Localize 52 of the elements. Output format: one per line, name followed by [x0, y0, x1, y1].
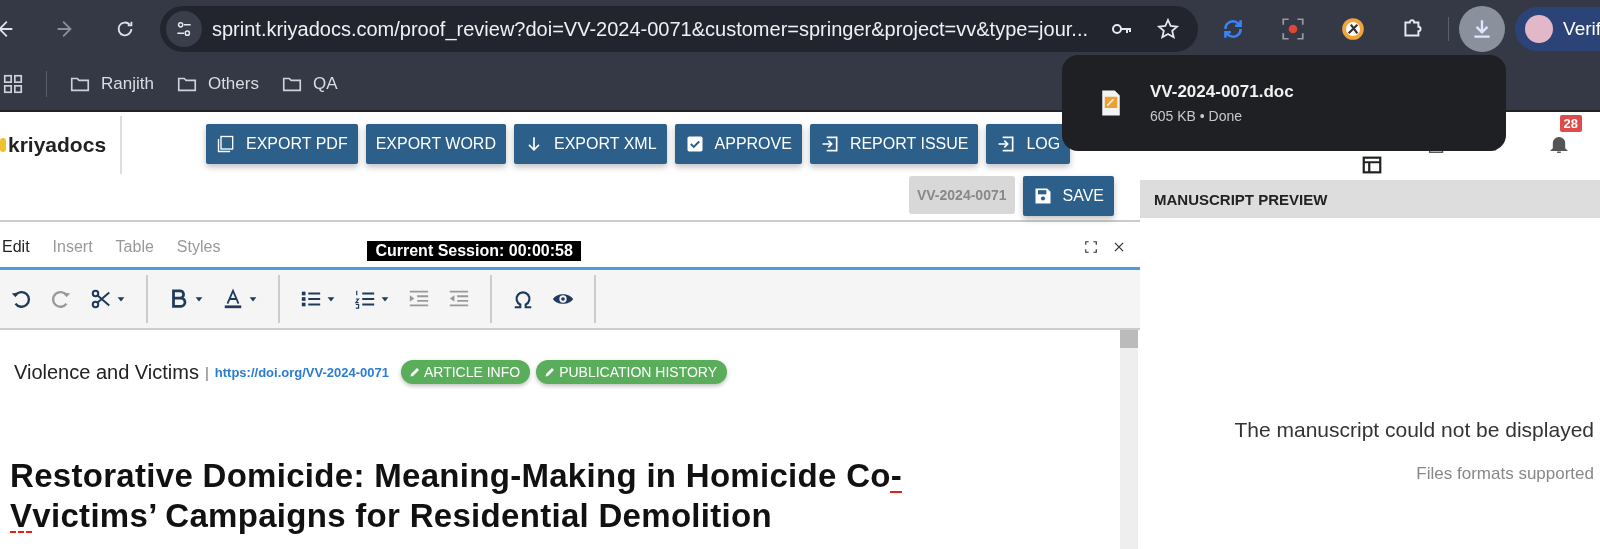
toolbar-button[interactable]: APPROVE: [674, 124, 802, 164]
logo-mark-icon: [0, 138, 6, 152]
menu-tab[interactable]: Edit: [2, 237, 30, 256]
cut-icon: [90, 288, 112, 310]
separator: |: [204, 363, 209, 381]
avatar-icon: [1525, 15, 1553, 43]
notification-count: 28: [1559, 115, 1582, 132]
extension-badge-icon[interactable]: [1340, 16, 1366, 42]
bookmark-folder[interactable]: Others: [175, 73, 259, 95]
toolbar-button[interactable]: EXPORT XML: [513, 124, 667, 164]
enter-icon: [996, 134, 1017, 154]
doi-link[interactable]: https://doi.org/VV-2024-0071: [214, 364, 389, 380]
caret-icon: [248, 294, 258, 304]
caret-icon: [116, 294, 126, 304]
download-button[interactable]: [1459, 6, 1505, 52]
article-title: Restorative Domicide: Meaning-Making in Homicide Co- Vvictims’ Campaigns for Residential Demolition: [10, 456, 904, 536]
caret-icon: [380, 294, 390, 304]
toolbar-button[interactable]: EXPORT PDF: [206, 124, 358, 164]
scrollbar[interactable]: [1120, 330, 1138, 549]
toolbar-button[interactable]: REPORT ISSUE: [809, 124, 979, 164]
doi-badge: VV-2024-0071: [908, 176, 1015, 214]
logo-wordmark: kriyadocs: [8, 133, 107, 157]
pencil-icon: [408, 366, 421, 378]
fullscreen-icon[interactable]: [1084, 239, 1098, 254]
toolbar-button[interactable]: LOG: [986, 124, 1071, 164]
panel-heading: MANUSCRIPT PREVIEW: [1140, 180, 1600, 218]
bookmark-star-icon[interactable]: [1156, 17, 1180, 41]
session-timer: Current Session: 00:00:58: [367, 240, 581, 261]
numbered-list-icon: [354, 288, 376, 310]
caret-icon: [194, 294, 204, 304]
save-button[interactable]: SAVE: [1022, 176, 1114, 216]
pencil-icon: [544, 366, 557, 378]
file-name[interactable]: VV-2024-0071.doc: [1150, 82, 1294, 102]
bookmark-folder[interactable]: Ranjith: [69, 73, 154, 95]
journal-name: Violence and Victims: [14, 360, 199, 384]
address-bar[interactable]: sprint.kriyadocs.com/proof_review?doi=VV-2024-0071&customer=springer&project=vv&type=jour...: [160, 6, 1198, 52]
url-text[interactable]: sprint.kriyadocs.com/proof_review?doi=VV-2024-0071&customer=springer&project=vv&type=jour...: [212, 17, 1088, 41]
undo-icon: [10, 288, 32, 310]
bookmark-folder[interactable]: QA: [280, 73, 338, 95]
special-character-icon: [512, 288, 534, 310]
toolbar-button[interactable]: EXPORT WORD: [365, 124, 506, 164]
layout-icon: [1361, 154, 1383, 176]
download-status: 605 KB • Done: [1150, 108, 1244, 124]
site-settings-icon[interactable]: [174, 19, 194, 39]
error-message: The manuscript could not be displayed: [1234, 418, 1594, 442]
pdf-icon: [216, 134, 236, 154]
redo-icon: [50, 288, 72, 310]
supported-formats-note: Files formats supported: [1416, 464, 1594, 484]
font-color-icon: [222, 288, 244, 310]
screen-record-icon[interactable]: [1280, 16, 1306, 42]
caret-icon: [326, 294, 336, 304]
apps-icon[interactable]: [2, 73, 24, 95]
